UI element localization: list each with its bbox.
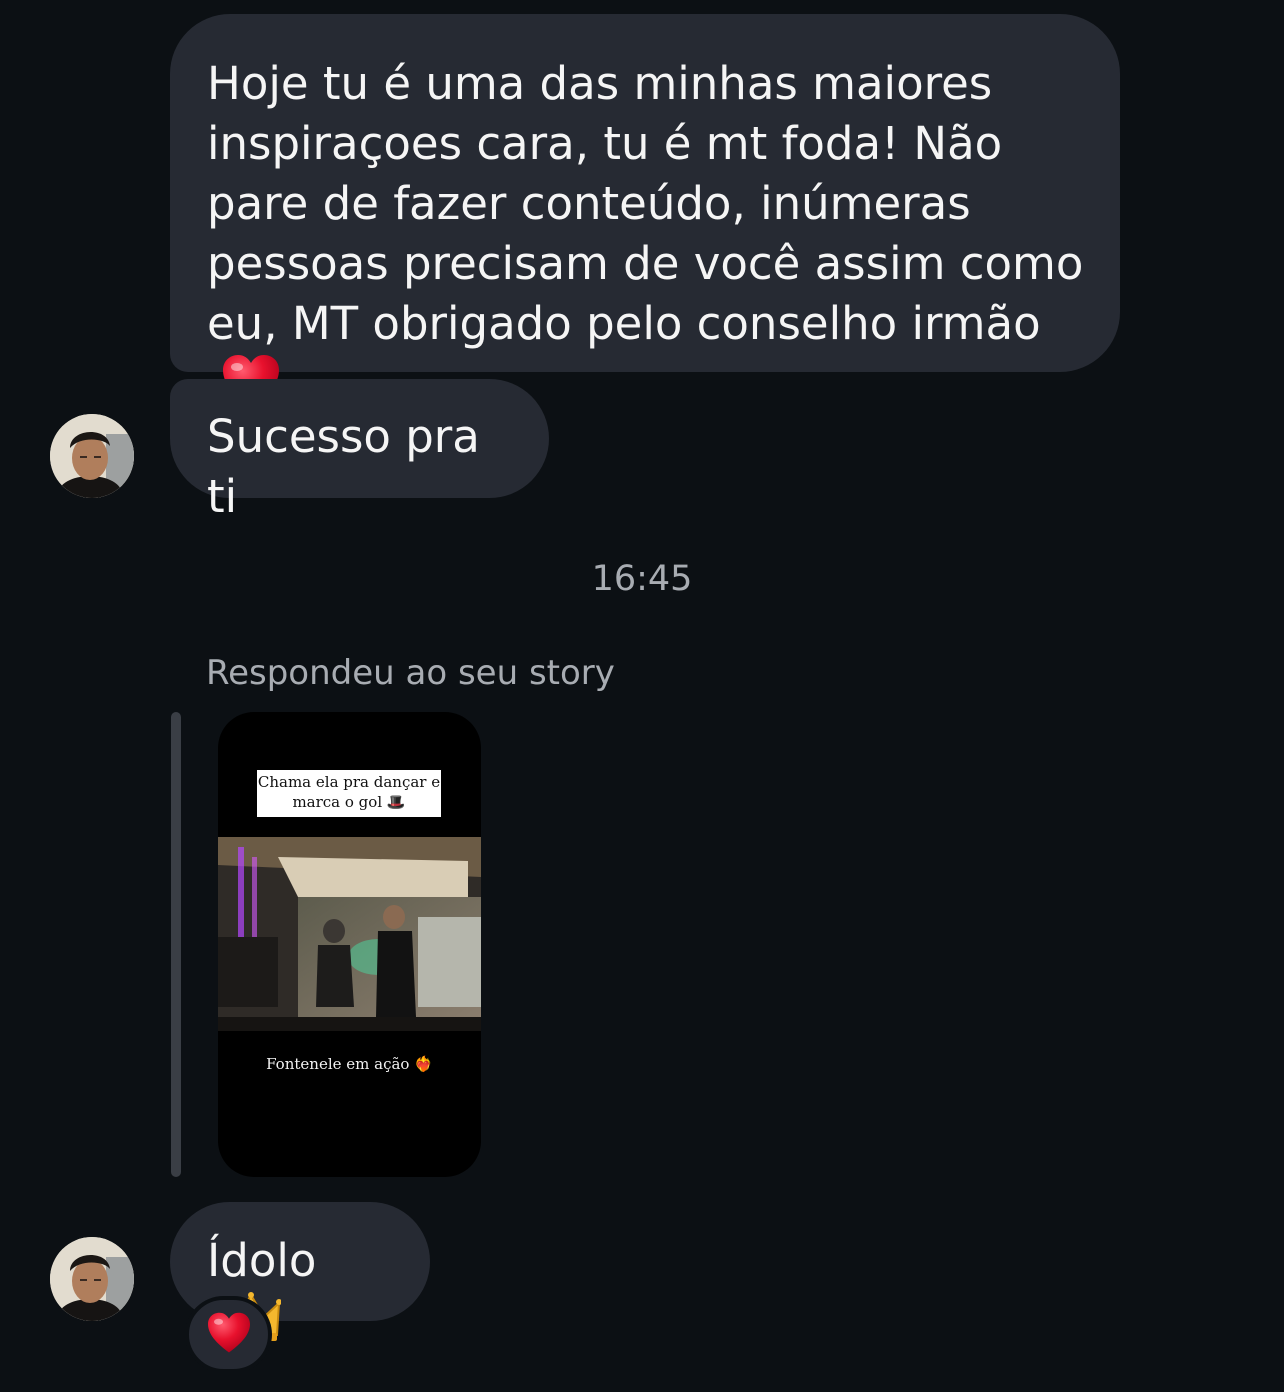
avatar-photo	[50, 1237, 134, 1321]
message-text: Sucesso pra ti	[207, 410, 480, 523]
chat-screen: Hoje tu é uma das minhas maiores inspira…	[0, 0, 1284, 1392]
avatar-photo	[50, 414, 134, 498]
message-bubble[interactable]: Hoje tu é uma das minhas maiores inspira…	[170, 14, 1120, 408]
avatar[interactable]	[50, 414, 134, 498]
message-text: Hoje tu é uma das minhas maiores inspira…	[207, 57, 1084, 350]
story-caption-line: marca o gol 🎩	[292, 793, 406, 811]
message-timestamp: 16:45	[591, 559, 693, 599]
story-reply-label: Respondeu ao seu story	[206, 653, 615, 693]
heart-emoji-icon	[206, 1312, 252, 1358]
message-bubble[interactable]: Sucesso pra ti	[170, 379, 549, 523]
message-reaction[interactable]	[185, 1296, 272, 1373]
avatar[interactable]	[50, 1237, 134, 1321]
story-photo	[218, 837, 481, 1031]
story-footer-text: Fontenele em ação ❤️‍🔥	[266, 1055, 433, 1073]
reply-indicator-bar	[171, 712, 181, 1177]
story-caption-line: Chama ela pra dançar e	[257, 773, 441, 791]
story-caption: Chama ela pra dançar e marca o gol 🎩	[257, 770, 441, 817]
story-preview[interactable]: Chama ela pra dançar e marca o gol 🎩 Fon…	[218, 712, 481, 1177]
message-text: Ídolo	[207, 1234, 317, 1287]
